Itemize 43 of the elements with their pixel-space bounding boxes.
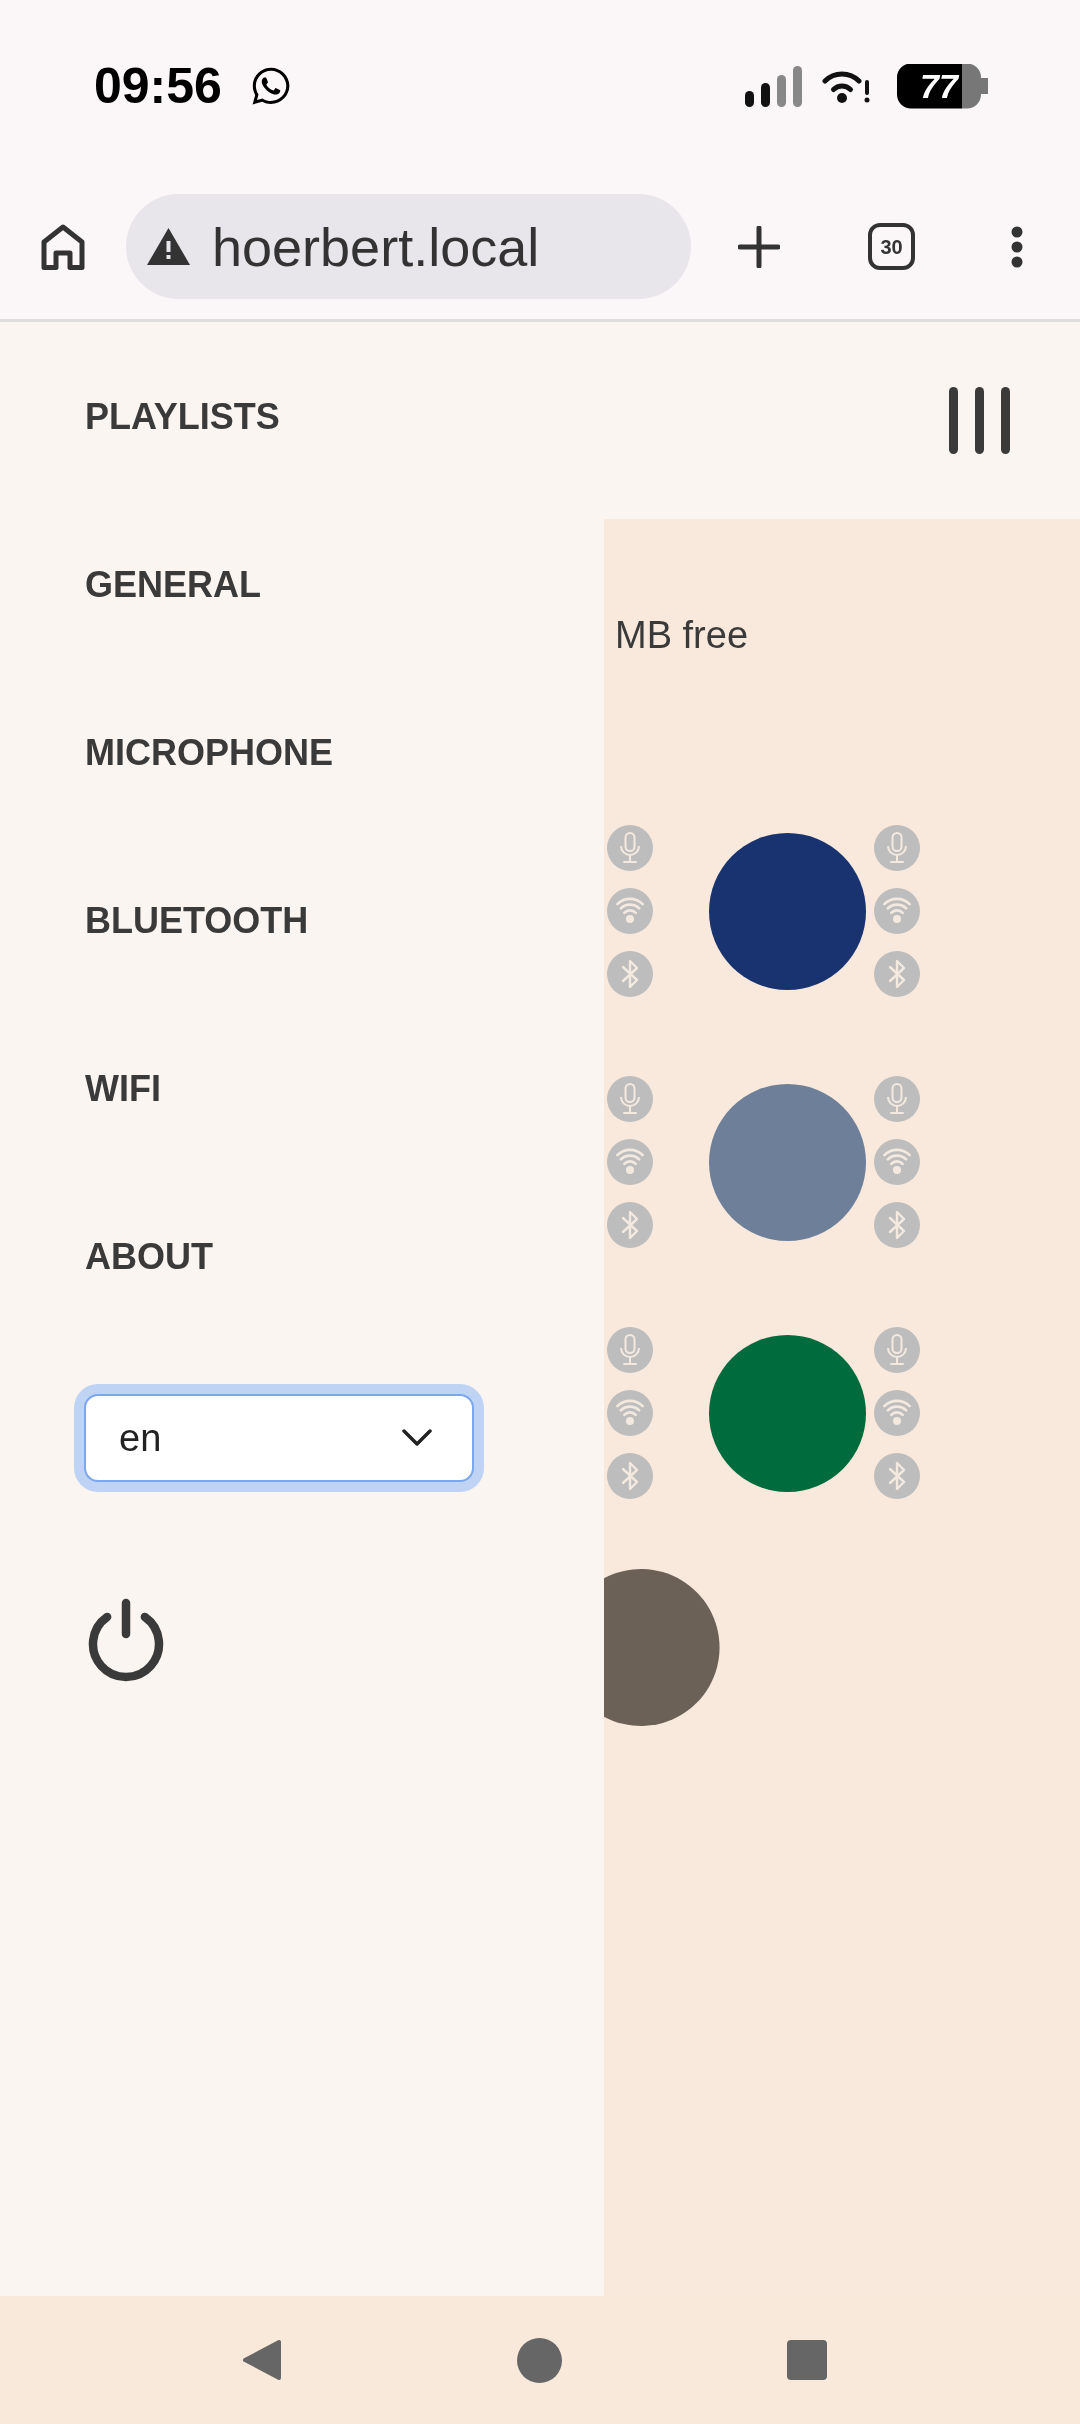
bluetooth-icon xyxy=(607,1453,653,1499)
microphone-icon xyxy=(874,1076,920,1122)
drawer-menu-item[interactable]: PLAYLISTS xyxy=(85,397,280,437)
bluetooth-icon xyxy=(874,951,920,997)
chevron-down-icon xyxy=(402,1429,432,1447)
bluetooth-icon xyxy=(607,951,653,997)
url-text: hoerbert.local xyxy=(212,216,540,277)
drawer-menu-item[interactable]: WIFI xyxy=(85,1069,161,1109)
battery-indicator: 77 xyxy=(897,63,988,109)
storage-text: MB free xyxy=(615,613,749,657)
status-time: 09:56 xyxy=(94,60,222,112)
playlist-button[interactable] xyxy=(604,1569,720,1726)
language-value: en xyxy=(119,1416,162,1460)
drawer-menu-item[interactable]: ABOUT xyxy=(85,1237,213,1277)
drawer-menu-item[interactable]: GENERAL xyxy=(85,565,261,605)
bluetooth-icon xyxy=(607,1202,653,1248)
power-icon[interactable] xyxy=(88,1598,164,1682)
bluetooth-icon xyxy=(874,1453,920,1499)
bluetooth-icon xyxy=(874,1202,920,1248)
home-icon[interactable] xyxy=(41,223,85,270)
tabs-button[interactable]: 30 xyxy=(868,223,915,270)
address-bar[interactable]: hoerbert.local xyxy=(126,194,691,299)
wifi-icon xyxy=(874,888,920,934)
language-select[interactable]: en xyxy=(74,1384,484,1492)
menu-icon[interactable] xyxy=(949,387,1010,454)
drawer-menu-item[interactable]: BLUETOOTH xyxy=(85,901,309,941)
back-icon[interactable] xyxy=(242,2338,282,2382)
more-options-icon[interactable] xyxy=(1011,225,1023,268)
wifi-warning-icon xyxy=(822,68,871,104)
wifi-icon xyxy=(874,1390,920,1436)
microphone-icon xyxy=(607,1327,653,1373)
wifi-icon xyxy=(607,1390,653,1436)
drawer-menu-item[interactable]: MICROPHONE xyxy=(85,733,333,773)
wifi-icon xyxy=(607,1139,653,1185)
wifi-icon xyxy=(607,888,653,934)
microphone-icon xyxy=(874,1327,920,1373)
microphone-icon xyxy=(607,825,653,871)
signal-icon xyxy=(745,65,802,107)
wifi-icon xyxy=(874,1139,920,1185)
microphone-icon xyxy=(874,825,920,871)
plus-icon[interactable] xyxy=(738,225,780,268)
microphone-icon xyxy=(607,1076,653,1122)
warning-icon xyxy=(147,228,190,265)
